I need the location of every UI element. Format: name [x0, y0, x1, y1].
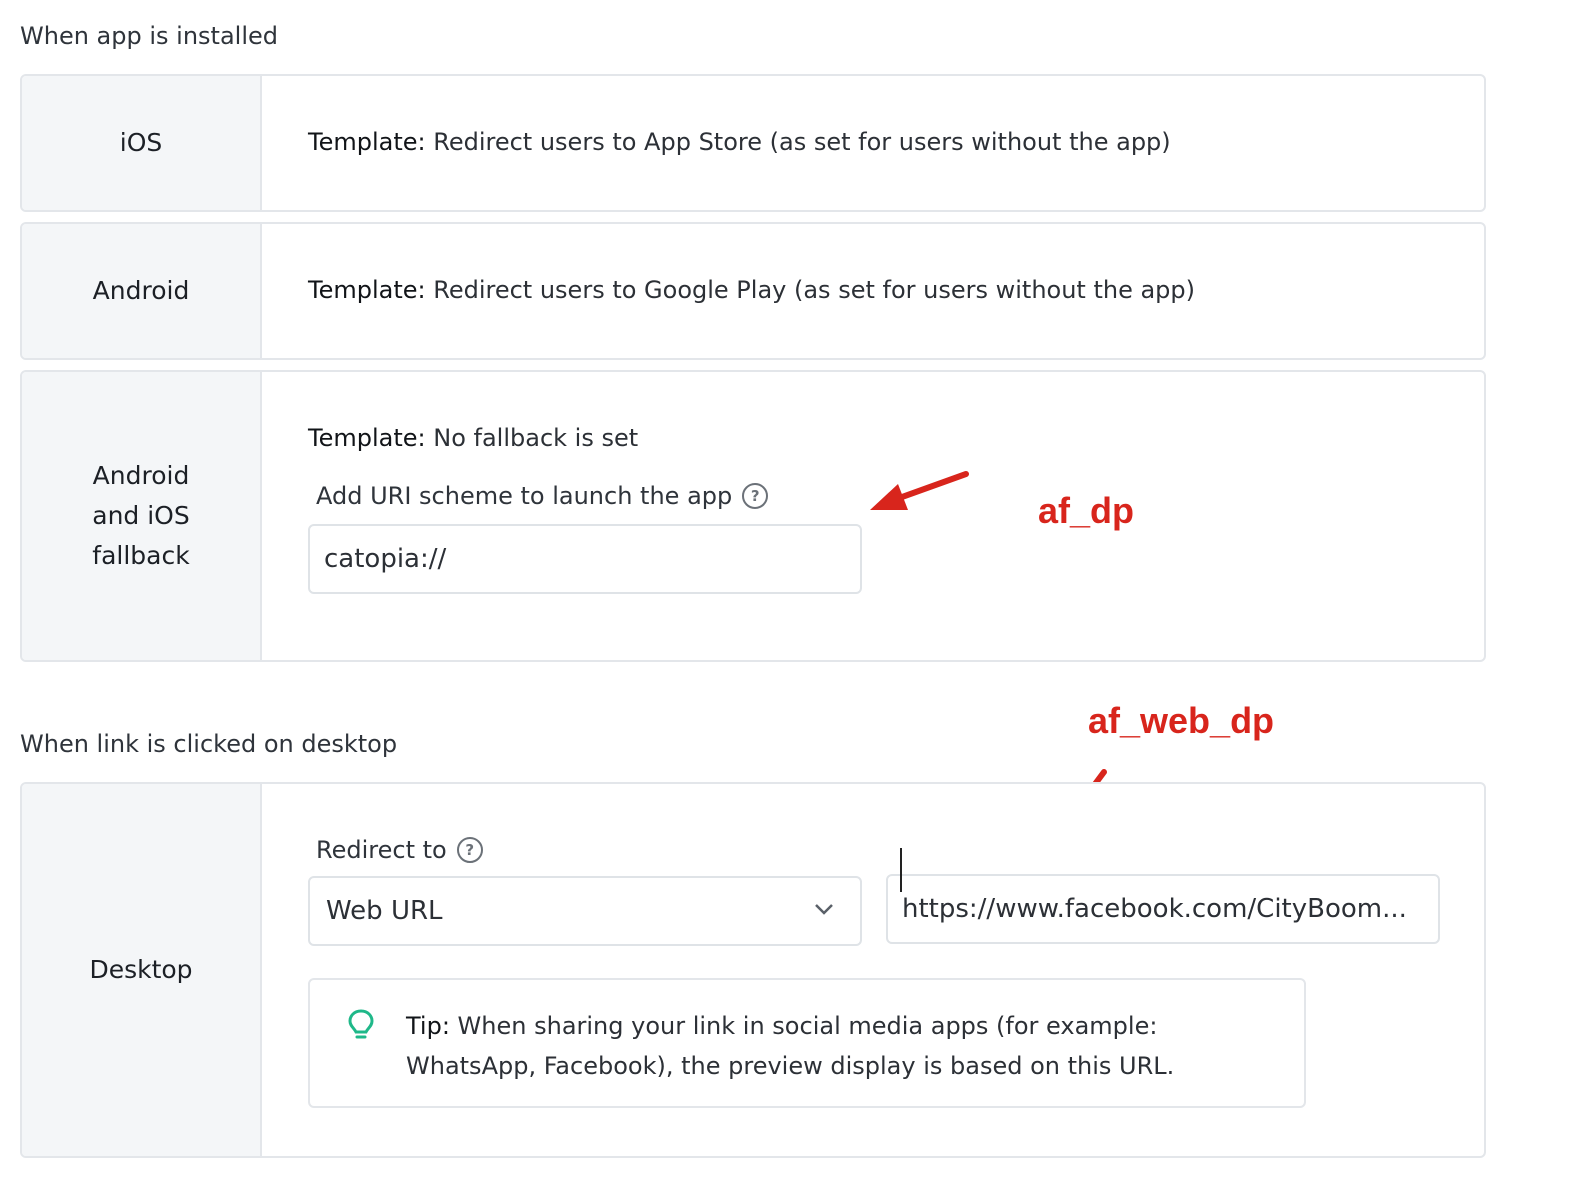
question-circle-icon[interactable]: ?: [742, 483, 769, 509]
text-caret: [900, 848, 902, 892]
question-circle-icon[interactable]: ?: [456, 837, 483, 863]
template-line-fallback: Template: No fallback is set: [308, 424, 638, 452]
template-prefix: Template:: [308, 128, 426, 156]
row-label-fallback-line-1: Android: [92, 461, 190, 490]
section-title-desktop: When link is clicked on desktop: [20, 730, 398, 758]
annotation-af-dp: af_dp: [1038, 490, 1135, 531]
uri-scheme-label: Add URI scheme to launch the app ?: [316, 482, 769, 510]
template-text: Redirect users to App Store (as set for …: [425, 128, 1171, 156]
row-label-fallback-line-2: and iOS: [92, 501, 190, 530]
row-android: Android Template: Redirect users to Goog…: [20, 222, 1486, 360]
uri-scheme-input[interactable]: catopia://: [308, 524, 862, 594]
redirect-to-selected: Web URL: [326, 896, 443, 926]
row-label-ios: iOS: [22, 76, 262, 210]
row-label-android: Android: [22, 224, 262, 358]
template-text: No fallback is set: [425, 424, 639, 452]
template-prefix: Template:: [308, 424, 426, 452]
tip-text: Tip: When sharing your link in social me…: [406, 1006, 1286, 1086]
template-prefix: Template:: [308, 276, 426, 304]
template-text: Redirect users to Google Play (as set fo…: [425, 276, 1196, 304]
tip-prefix: Tip:: [406, 1012, 450, 1040]
template-line-ios: Template: Redirect users to App Store (a…: [308, 128, 1171, 156]
row-fallback: Android and iOS fallback Template: No fa…: [20, 370, 1486, 662]
section-title-installed: When app is installed: [20, 22, 278, 50]
tip-body: When sharing your link in social media a…: [406, 1012, 1175, 1080]
redirect-to-label-text: Redirect to: [316, 836, 447, 864]
row-label-fallback-line-3: fallback: [92, 541, 190, 570]
row-label-fallback: Android and iOS fallback: [22, 372, 262, 660]
row-ios: iOS Template: Redirect users to App Stor…: [20, 74, 1486, 212]
redirect-to-label: Redirect to ?: [316, 836, 483, 864]
annotation-af-web-dp: af_web_dp: [1088, 700, 1275, 741]
template-line-android: Template: Redirect users to Google Play …: [308, 276, 1195, 304]
annotation-arrow-af-dp: [870, 471, 969, 510]
tip-box: Tip: When sharing your link in social me…: [308, 978, 1306, 1108]
chevron-down-icon: [815, 904, 833, 915]
row-label-desktop: Desktop: [22, 784, 262, 1156]
row-desktop: Desktop Redirect to ? Web URL https://ww…: [20, 782, 1486, 1158]
lightbulb-icon: [348, 1009, 374, 1039]
redirect-to-select[interactable]: Web URL: [308, 876, 862, 946]
uri-scheme-label-text: Add URI scheme to launch the app: [316, 482, 733, 510]
web-url-input[interactable]: https://www.facebook.com/CityBoom...: [886, 874, 1440, 944]
